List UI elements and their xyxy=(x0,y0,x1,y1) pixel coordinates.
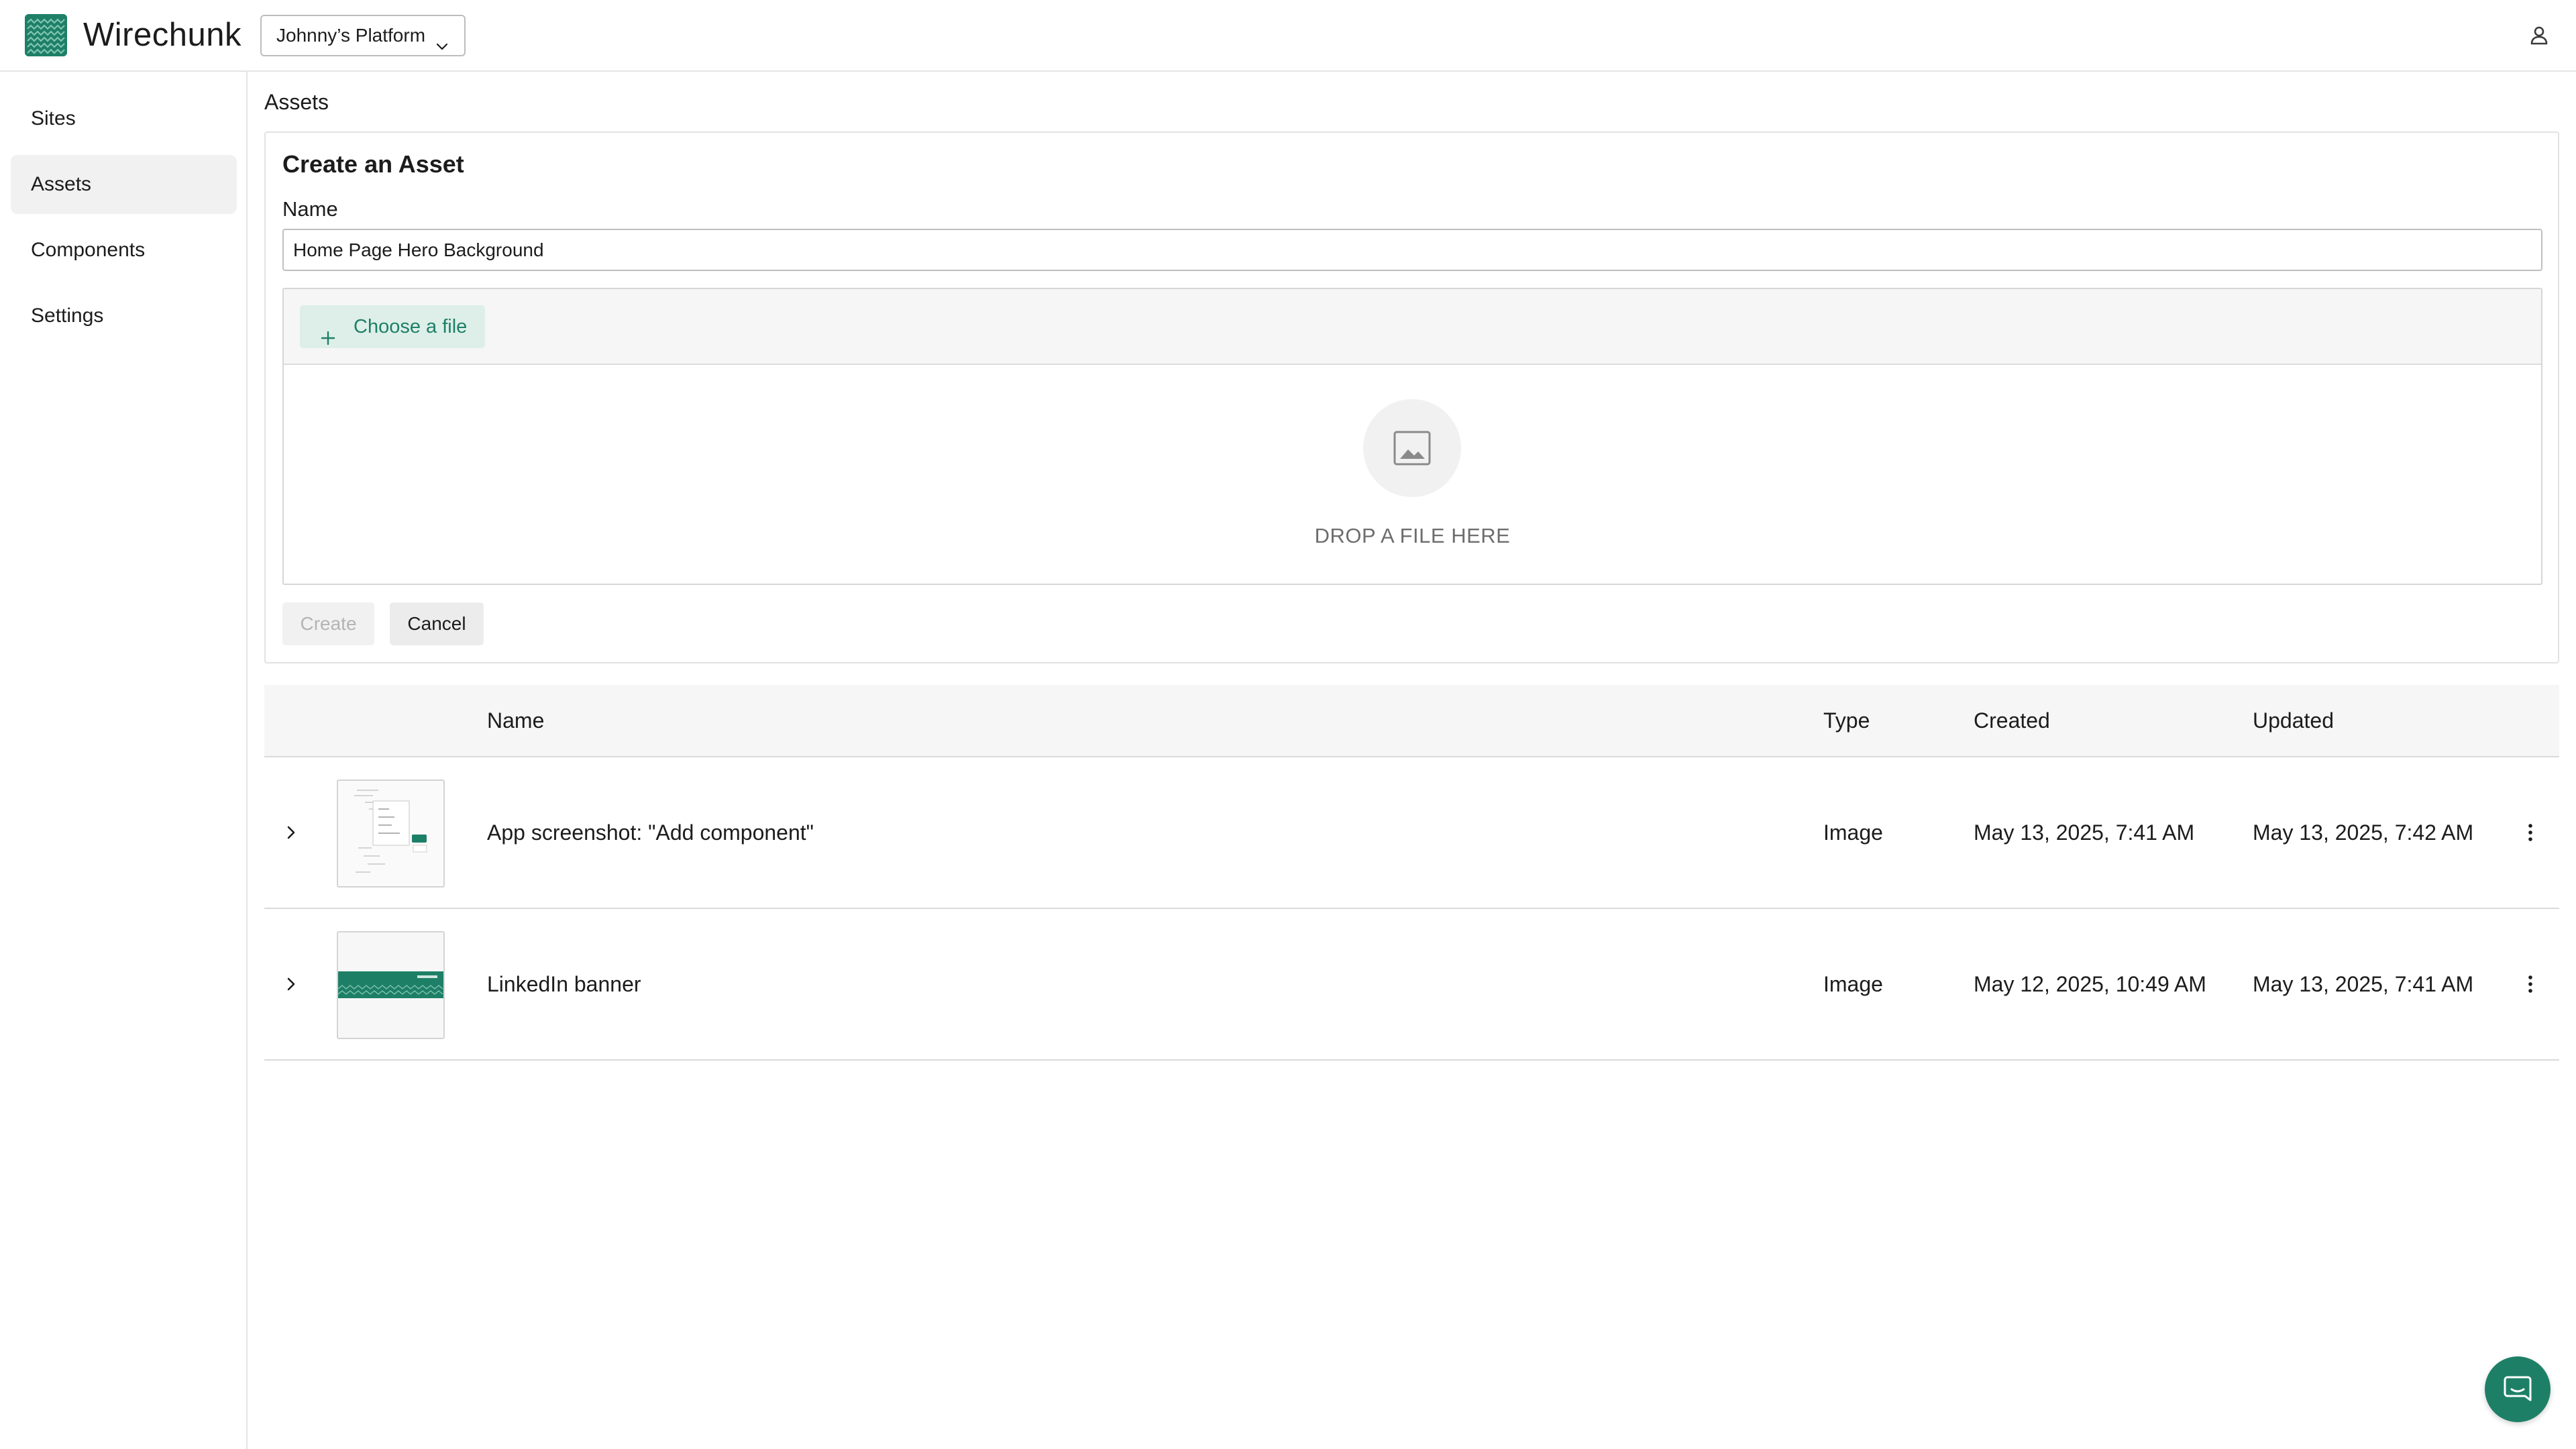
create-asset-panel: Create an Asset Name Choose a file DROP … xyxy=(264,131,2559,663)
create-button[interactable]: Create xyxy=(282,602,374,645)
cancel-button[interactable]: Cancel xyxy=(390,602,484,645)
asset-thumbnail xyxy=(337,780,445,888)
brand-name[interactable]: Wirechunk xyxy=(83,15,241,55)
create-asset-title: Create an Asset xyxy=(282,150,464,178)
asset-name[interactable]: App screenshot: "Add component" xyxy=(487,757,814,908)
chevron-down-icon xyxy=(435,28,449,67)
table-row[interactable]: LinkedIn banner Image May 12, 2025, 10:4… xyxy=(264,909,2559,1061)
assets-table-header: Name Type Created Updated xyxy=(264,685,2559,757)
table-row[interactable]: App screenshot: "Add component" Image Ma… xyxy=(264,757,2559,909)
asset-updated: May 13, 2025, 7:42 AM xyxy=(2253,820,2474,845)
asset-thumbnail xyxy=(337,931,445,1039)
column-header-type[interactable]: Type xyxy=(1823,685,1870,756)
sidebar-item-label: Components xyxy=(31,239,146,261)
image-icon xyxy=(1393,431,1431,466)
asset-type: Image xyxy=(1823,820,1883,845)
dropzone-toolbar: Choose a file xyxy=(284,289,2541,365)
more-vertical-icon[interactable] xyxy=(2524,972,2537,1000)
platform-select[interactable]: Johnny’s Platform xyxy=(260,15,466,56)
column-header-created[interactable]: Created xyxy=(1974,685,2050,756)
asset-updated: May 13, 2025, 7:41 AM xyxy=(2253,972,2474,996)
sidebar-item-label: Settings xyxy=(31,305,104,327)
chevron-right-icon[interactable] xyxy=(279,820,303,848)
image-placeholder xyxy=(1363,399,1461,497)
asset-created: May 13, 2025, 7:41 AM xyxy=(1974,820,2195,845)
asset-created: May 12, 2025, 10:49 AM xyxy=(1974,972,2206,996)
file-dropzone[interactable]: Choose a file DROP A FILE HERE xyxy=(282,288,2542,585)
asset-type: Image xyxy=(1823,972,1883,996)
sidebar-item-label: Sites xyxy=(31,107,76,129)
user-icon[interactable] xyxy=(2529,25,2549,50)
top-bar: Wirechunk Johnny’s Platform xyxy=(0,0,2576,72)
sidebar: Sites Assets Components Settings xyxy=(0,72,248,1449)
sidebar-item-components[interactable]: Components xyxy=(11,221,237,280)
name-field-label: Name xyxy=(282,197,338,221)
column-header-name[interactable]: Name xyxy=(487,685,544,756)
chat-button[interactable] xyxy=(2485,1356,2551,1422)
asset-name-input[interactable] xyxy=(282,229,2542,271)
platform-select-label: Johnny’s Platform xyxy=(276,25,426,46)
choose-file-button[interactable]: Choose a file xyxy=(300,305,485,348)
drop-file-text: DROP A FILE HERE xyxy=(1314,524,1511,547)
more-vertical-icon[interactable] xyxy=(2524,820,2537,848)
sidebar-item-settings[interactable]: Settings xyxy=(11,286,237,345)
sidebar-item-sites[interactable]: Sites xyxy=(11,89,237,148)
plus-icon xyxy=(320,319,336,362)
column-header-updated[interactable]: Updated xyxy=(2253,685,2334,756)
page-title: Assets xyxy=(264,90,329,114)
choose-file-label: Choose a file xyxy=(354,316,468,337)
chevron-right-icon[interactable] xyxy=(279,972,303,1000)
sidebar-item-label: Assets xyxy=(31,173,92,195)
wirechunk-logo[interactable] xyxy=(25,14,67,56)
asset-name[interactable]: LinkedIn banner xyxy=(487,909,641,1059)
sidebar-item-assets[interactable]: Assets xyxy=(11,155,237,214)
chat-icon xyxy=(2504,1376,2532,1401)
